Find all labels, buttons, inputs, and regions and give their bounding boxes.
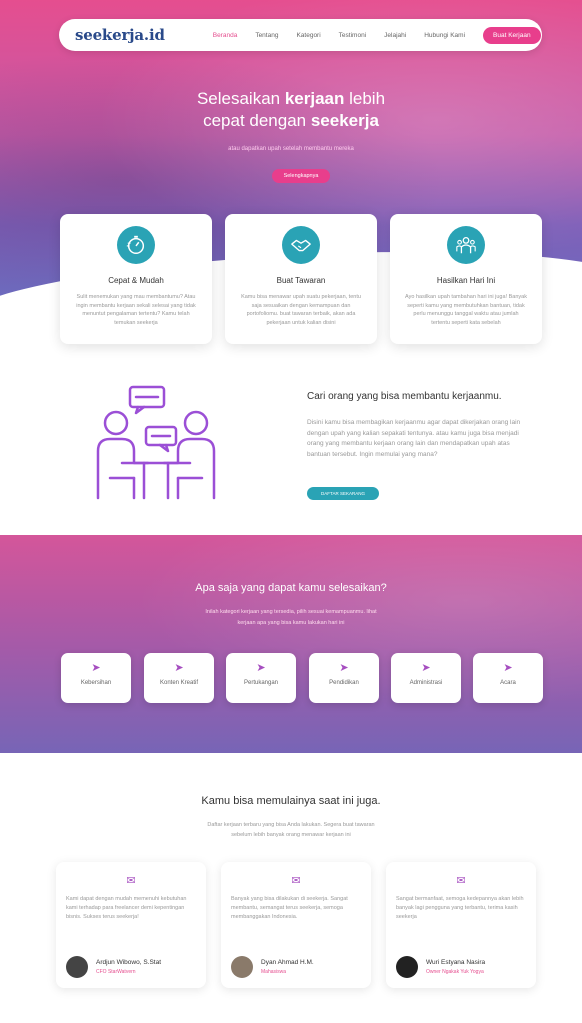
testimonial-card: ✉ Kami dapat dengan mudah memenuhi kebut… [56, 862, 206, 988]
rocket-icon: ➤ [421, 662, 431, 674]
feature-desc: Ayo hasilkan upah tambahan hari ini juga… [405, 294, 527, 326]
rocket-icon: ➤ [91, 662, 101, 674]
chat-icon: ✉ [456, 875, 466, 887]
person-role: Mahasiswa [261, 969, 287, 975]
navbar: seekerja.id Beranda Tentang Kategori Tes… [59, 19, 542, 51]
category-label: Pendidikan [329, 680, 359, 686]
categories-subtitle: Inilah kategori kerjaan yang tersedia, p… [0, 607, 582, 629]
nav-link-hubungi-kami[interactable]: Hubungi Kami [424, 32, 465, 39]
people-section-title: Cari orang yang bisa membantu kerjaanmu. [307, 391, 502, 402]
category-kebersihan[interactable]: ➤ Kebersihan [61, 653, 131, 703]
category-label: Administrasi [409, 680, 443, 686]
nav-links: Beranda Tentang Kategori Testimoni Jelaj… [213, 32, 483, 39]
category-konten-kreatif[interactable]: ➤ Konten Kreatif [144, 653, 214, 703]
category-label: Konten Kreatif [159, 680, 199, 686]
person-name: Dyan Ahmad H.M. [261, 959, 314, 966]
feature-desc: Kamu bisa menawar upah suatu pekerjaan, … [241, 294, 361, 326]
nav-link-testimoni[interactable]: Testimoni [339, 32, 366, 39]
daftar-sekarang-button[interactable]: DAFTAR SEKARANG [307, 487, 379, 500]
category-label: Kebersihan [80, 680, 112, 686]
rocket-icon: ➤ [256, 662, 266, 674]
handshake-icon [282, 226, 320, 264]
testimonial-card: ✉ Sangat bermanfaat, semoga kedepannya a… [386, 862, 536, 988]
stopwatch-icon [117, 226, 155, 264]
avatar [231, 956, 253, 978]
site-logo[interactable]: seekerja.id [75, 26, 165, 44]
feature-card: Hasilkan Hari Ini Ayo hasilkan upah tamb… [390, 214, 542, 344]
person-role: CFO StarWatvern [96, 969, 136, 975]
category-administrasi[interactable]: ➤ Administrasi [391, 653, 461, 703]
chat-icon: ✉ [291, 875, 301, 887]
testimonials-subtitle-line: Daftar kerjaan terbaru yang bisa Anda la… [207, 822, 375, 828]
testimonials-title: Kamu bisa memulainya saat ini juga. [201, 795, 381, 807]
team-icon [447, 226, 485, 264]
hero-title-text: lebih [344, 89, 386, 108]
testimonial-person: Dyan Ahmad H.M. Mahasiswa [231, 956, 314, 978]
category-pendidikan[interactable]: ➤ Pendidikan [309, 653, 379, 703]
testimonials-subtitle: Daftar kerjaan terbaru yang bisa Anda la… [0, 820, 582, 840]
category-pertukangan[interactable]: ➤ Pertukangan [226, 653, 296, 703]
category-label: Acara [500, 680, 516, 686]
feature-title: Buat Tawaran [276, 276, 326, 285]
rocket-icon: ➤ [174, 662, 184, 674]
chat-icon: ✉ [126, 875, 136, 887]
person-name: Wuri Estyana Nasira [426, 959, 486, 966]
hero-title-bold: seekerja [310, 111, 379, 130]
testimonial-text: Sangat bermanfaat, semoga kedepannya aka… [396, 896, 524, 920]
people-section-desc: Disini kamu bisa membagikan kerjaanmu ag… [307, 419, 521, 458]
categories-subtitle-line: Inilah kategori kerjaan yang tersedia, p… [205, 609, 377, 615]
hero-title: Selesaikan kerjaan lebih cepat dengan se… [0, 88, 582, 132]
nav-link-beranda[interactable]: Beranda [213, 32, 238, 39]
nav-link-kategori[interactable]: Kategori [296, 32, 320, 39]
testimonial-text: Kami dapat dengan mudah memenuhi kebutuh… [66, 896, 187, 920]
hero-title-text: cepat dengan [203, 111, 311, 130]
testimonials-subtitle-line: sebelum lebih banyak orang menawar kerja… [231, 832, 351, 838]
categories-title: Apa saja yang dapat kamu selesaikan? [195, 582, 387, 594]
nav-link-tentang[interactable]: Tentang [255, 32, 278, 39]
buat-kerjaan-button[interactable]: Buat Kerjaan [483, 26, 541, 44]
feature-card: Cepat & Mudah Sulit menemukan yang mau m… [60, 214, 212, 344]
rocket-icon: ➤ [339, 662, 349, 674]
hero-title-text: Selesaikan [196, 89, 285, 108]
selengkapnya-button[interactable]: Selengkapnya [272, 169, 330, 183]
people-talking-illustration [96, 385, 216, 500]
feature-title: Hasilkan Hari Ini [436, 276, 496, 285]
categories-subtitle-line: kerjaan apa yang bisa kamu lakukan hari … [237, 620, 345, 626]
feature-title: Cepat & Mudah [108, 276, 164, 285]
hero-title-bold: kerjaan [284, 89, 345, 108]
categories-section: Apa saja yang dapat kamu selesaikan? Ini… [0, 535, 582, 753]
person-role: Owner Ngakak Yuk Yogya [426, 969, 484, 975]
rocket-icon: ➤ [503, 662, 513, 674]
person-name: Ardjun Wibowo, S.Stat [96, 959, 162, 966]
feature-card: Buat Tawaran Kamu bisa menawar upah suat… [225, 214, 377, 344]
feature-desc: Sulit menemukan yang mau membantumu? Ata… [76, 294, 196, 326]
category-label: Pertukangan [243, 680, 279, 686]
testimonial-text: Banyak yang bisa dilakukan di seekerja. … [231, 896, 348, 920]
avatar [66, 956, 88, 978]
testimonial-person: Ardjun Wibowo, S.Stat CFO StarWatvern [66, 956, 161, 978]
category-acara[interactable]: ➤ Acara [473, 653, 543, 703]
avatar [396, 956, 418, 978]
testimonial-person: Wuri Estyana Nasira Owner Ngakak Yuk Yog… [396, 956, 485, 978]
testimonial-card: ✉ Banyak yang bisa dilakukan di seekerja… [221, 862, 371, 988]
hero-subtitle: atau dapatkan upah setelah membantu mere… [228, 146, 354, 152]
nav-link-jelajahi[interactable]: Jelajahi [384, 32, 406, 39]
